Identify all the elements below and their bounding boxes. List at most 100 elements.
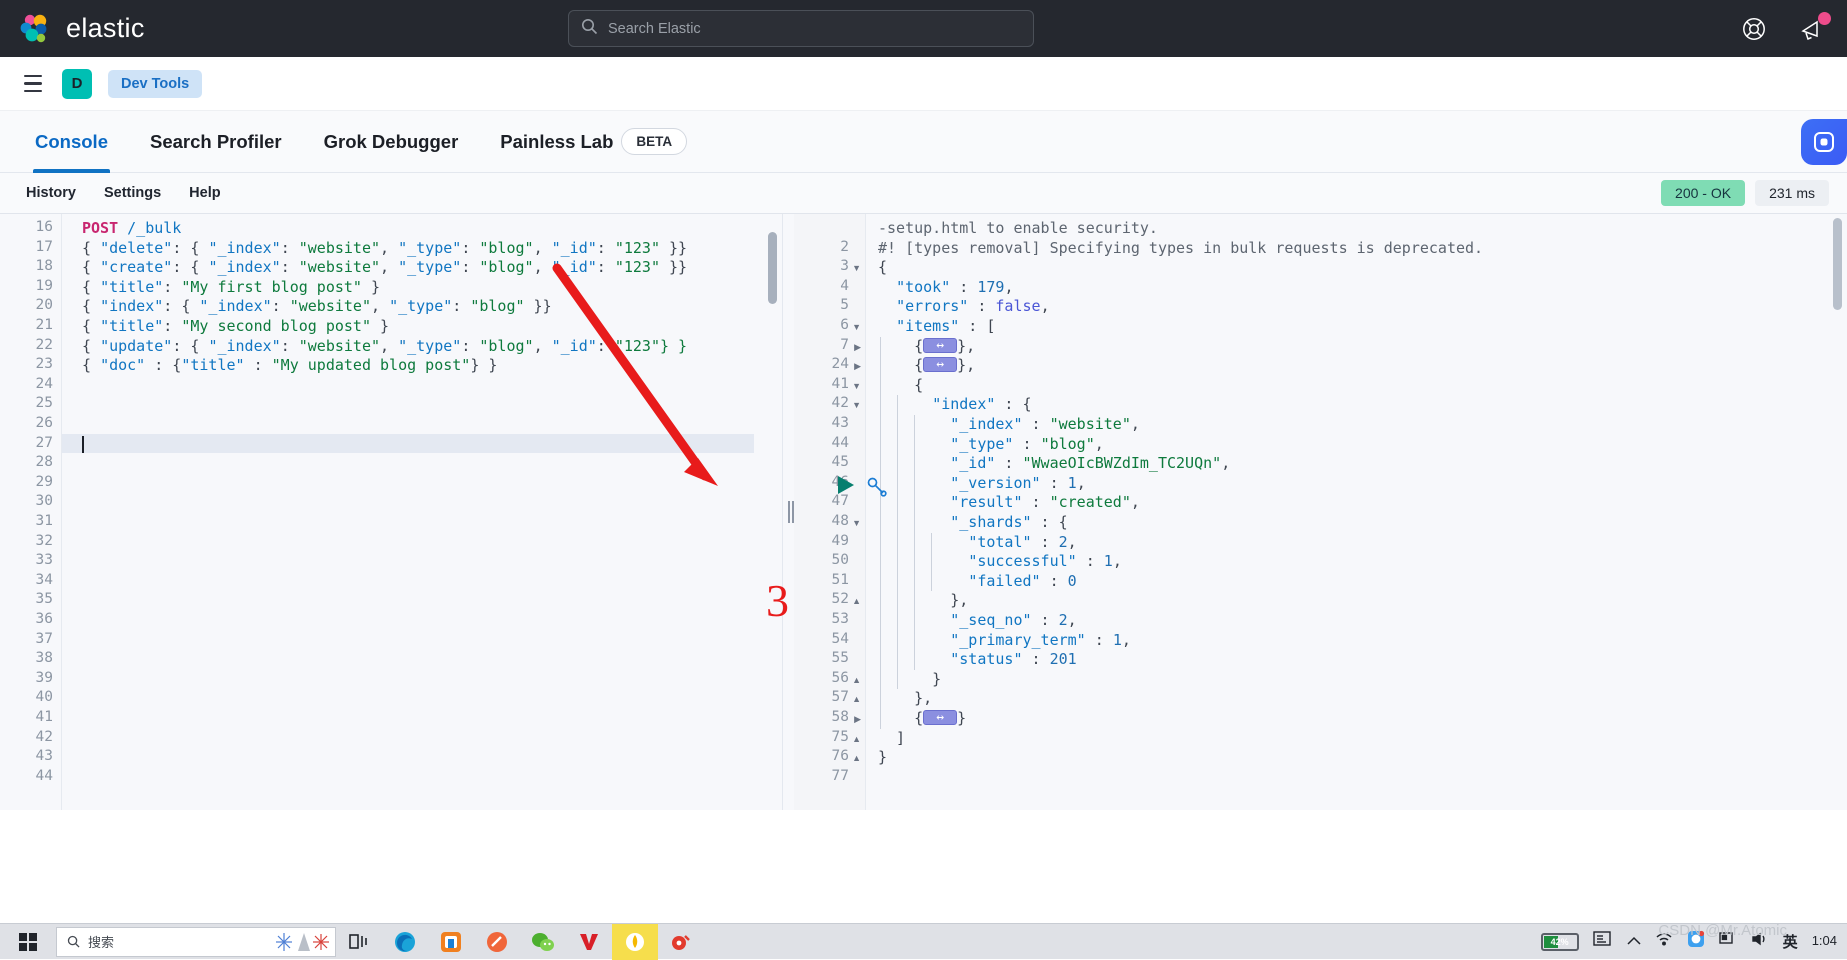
start-windows-icon[interactable]	[0, 933, 56, 951]
battery-icon[interactable]: 42%	[1541, 933, 1579, 951]
tab-painless-lab[interactable]: Painless Lab BETA	[479, 111, 708, 173]
task-view-icon[interactable]	[336, 933, 382, 951]
tab-search-profiler[interactable]: Search Profiler	[129, 111, 303, 173]
code-token: false	[995, 297, 1040, 315]
code-token: {	[82, 297, 100, 315]
code-token: ,	[371, 297, 389, 315]
taskbar-search[interactable]: 搜索	[56, 927, 336, 957]
code-line-text: { "title": "My first blog post" }	[82, 278, 380, 298]
code-token: ,	[380, 258, 398, 276]
code-line-text: "failed" : 0	[878, 572, 1077, 592]
code-line	[0, 611, 782, 631]
brand[interactable]: elastic	[0, 12, 145, 46]
request-editor[interactable]: 1617181920212223242526272829303132333435…	[0, 214, 782, 810]
code-line: "_index" : "website",	[794, 415, 1847, 435]
code-token	[878, 317, 896, 335]
help-lifebuoy-icon[interactable]	[1741, 16, 1767, 42]
code-token: {	[878, 709, 923, 727]
pane-splitter[interactable]	[782, 214, 794, 810]
code-token	[878, 631, 950, 649]
code-line-text: {}	[878, 709, 966, 729]
taskbar-search-art	[275, 930, 331, 954]
code-line: {	[794, 258, 1847, 278]
code-token: "blog"	[479, 337, 533, 355]
code-token: {	[82, 239, 100, 257]
response-code: -setup.html to enable security.#! [types…	[794, 214, 1847, 810]
code-line-text: "_shards" : {	[878, 513, 1068, 533]
menu-hamburger-icon[interactable]	[20, 71, 46, 97]
response-scrollbar[interactable]	[1833, 218, 1842, 310]
code-line-text: "took" : 179,	[878, 278, 1013, 298]
tab-console[interactable]: Console	[14, 111, 129, 173]
store-icon[interactable]	[428, 931, 474, 953]
code-token	[878, 454, 950, 472]
wechat-icon[interactable]	[520, 931, 566, 953]
taskbar-clock[interactable]: 1:04	[1812, 934, 1837, 948]
code-token: }	[878, 748, 887, 766]
youku-icon[interactable]	[566, 932, 612, 952]
search-input[interactable]	[608, 21, 1021, 37]
code-line-text: },	[878, 689, 932, 709]
code-token	[118, 219, 127, 237]
code-fold-widget[interactable]	[923, 710, 957, 725]
code-token: }}	[525, 297, 552, 315]
code-token: :	[968, 297, 995, 315]
code-token: ,	[380, 337, 398, 355]
code-token: :	[281, 258, 299, 276]
code-token: :	[461, 258, 479, 276]
code-token: }	[957, 709, 966, 727]
code-line	[0, 415, 782, 435]
code-line: "_primary_term" : 1,	[794, 631, 1847, 651]
request-scrollbar[interactable]	[768, 232, 777, 304]
code-token	[878, 297, 896, 315]
history-button[interactable]: History	[14, 179, 88, 207]
tab-label: Search Profiler	[150, 131, 282, 153]
code-line: "_type" : "blog",	[794, 435, 1847, 455]
code-token: : [	[959, 317, 995, 335]
code-token	[878, 493, 950, 511]
watermark: CSDN @Mr.Atomic	[1658, 922, 1787, 939]
avatar[interactable]: D	[62, 69, 92, 99]
support-chat-button[interactable]	[1801, 119, 1847, 165]
elastic-logo-icon	[18, 12, 52, 46]
code-token: "_index"	[199, 297, 271, 315]
global-search[interactable]	[568, 10, 1034, 47]
code-token: : {	[163, 297, 199, 315]
code-line-text: { "doc" : {"title" : "My updated blog po…	[82, 356, 497, 376]
help-button[interactable]: Help	[177, 179, 232, 207]
wrench-button[interactable]	[866, 476, 888, 503]
breadcrumb[interactable]: Dev Tools	[108, 70, 202, 98]
music-icon[interactable]	[658, 932, 704, 952]
paint-icon[interactable]	[474, 931, 520, 953]
code-line: { "index": { "_index": "website", "_type…	[0, 297, 782, 317]
code-token: :	[163, 317, 181, 335]
notes-icon[interactable]	[612, 924, 658, 960]
code-fold-widget[interactable]	[923, 357, 957, 372]
response-viewer[interactable]: 23▼456▼7▶24▶41▼42▼434445464748▼49505152▲…	[794, 214, 1847, 810]
code-token: {	[878, 356, 923, 374]
request-code[interactable]: POST /_bulk{ "delete": { "_index": "webs…	[0, 214, 782, 810]
code-line: { "delete": { "_index": "website", "_typ…	[0, 239, 782, 259]
console-toolbar: History Settings Help 200 - OK 231 ms	[0, 173, 1847, 213]
chevron-up-icon[interactable]	[1627, 933, 1641, 951]
news-icon[interactable]	[1593, 930, 1613, 953]
announcement-megaphone-icon[interactable]	[1799, 16, 1825, 42]
code-token: :	[281, 239, 299, 257]
code-token: "_seq_no"	[950, 611, 1031, 629]
code-line-text: "status" : 201	[878, 650, 1077, 670]
code-line	[0, 376, 782, 396]
tab-grok-debugger[interactable]: Grok Debugger	[303, 111, 480, 173]
code-token: 0	[1068, 572, 1077, 590]
code-line: -setup.html to enable security.	[794, 219, 1847, 239]
code-token: "title"	[100, 317, 163, 335]
code-token: "website"	[299, 337, 380, 355]
code-token: },	[878, 591, 968, 609]
settings-button[interactable]: Settings	[92, 179, 173, 207]
code-fold-widget[interactable]	[923, 338, 957, 353]
code-token: "doc"	[100, 356, 145, 374]
edge-browser-icon[interactable]	[382, 930, 428, 954]
code-token: "_id"	[552, 239, 597, 257]
play-button[interactable]	[838, 476, 854, 494]
code-line-text: "items" : [	[878, 317, 995, 337]
code-token: :	[452, 297, 470, 315]
